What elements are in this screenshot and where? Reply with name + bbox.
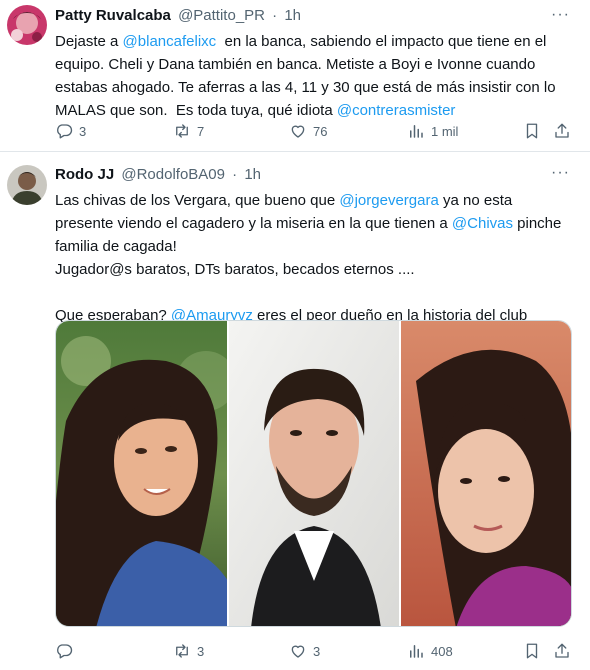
- like-button[interactable]: 76: [289, 120, 327, 142]
- views-button[interactable]: 1 mil: [407, 120, 458, 142]
- reply-button[interactable]: [55, 640, 79, 662]
- tweet-text-segment: Jugador@s baratos, DTs baratos, becados …: [55, 261, 415, 278]
- mention-link[interactable]: @blancafelixc: [123, 33, 217, 50]
- tweet-header: Patty Ruvalcaba @Pattito_PR · 1h: [55, 6, 301, 26]
- share-button[interactable]: [553, 120, 571, 142]
- photo-man-center: [228, 321, 400, 626]
- retweet-icon: [176, 124, 188, 138]
- tweet-text-line: presente viendo el cagadero y la miseria…: [55, 212, 575, 235]
- bookmark-button[interactable]: [523, 640, 541, 662]
- bookmark-icon: [526, 643, 538, 659]
- tweet-text-segment: equipo. Cheli y Dana también en banca. M…: [55, 56, 536, 73]
- tweet[interactable]: Patty Ruvalcaba @Pattito_PR · 1h ··· Dej…: [0, 0, 590, 152]
- tweet-text-line: familia de cagada!: [55, 235, 575, 258]
- mention-link[interactable]: @jorgevergara: [339, 192, 438, 209]
- reply-count: 3: [79, 123, 87, 139]
- mention-link[interactable]: @Chivas: [452, 215, 513, 232]
- tweet-text-segment: en la banca, sabiendo el impacto que tie…: [216, 33, 547, 50]
- action-bar: 3 7 76 1 mil: [55, 120, 575, 142]
- tweet[interactable]: Rodo JJ @RodolfoBA09 · 1h ··· Las chivas…: [0, 152, 590, 670]
- tweet-text-segment: pinche: [513, 215, 562, 232]
- retweet-button[interactable]: 7: [173, 120, 204, 142]
- tweet-text-line: MALAS que son. Es toda tuya, qué idiota …: [55, 99, 575, 122]
- share-button[interactable]: [553, 640, 571, 662]
- tweet-text-line: estabas ahogado. Te aferras a las 4, 11 …: [55, 76, 575, 99]
- photo-woman-right: [400, 321, 571, 626]
- views-icon: [410, 645, 423, 658]
- tweet-media[interactable]: [55, 320, 572, 627]
- tweet-header: Rodo JJ @RodolfoBA09 · 1h: [55, 165, 261, 185]
- retweet-icon: [176, 644, 188, 658]
- share-icon: [555, 123, 569, 138]
- avatar[interactable]: [7, 165, 47, 205]
- like-count: 76: [313, 123, 328, 139]
- reply-button[interactable]: 3: [55, 120, 86, 142]
- avatar[interactable]: [7, 5, 47, 45]
- tweet-text-segment: familia de cagada!: [55, 238, 177, 255]
- tweet-text-segment: estabas ahogado. Te aferras a las 4, 11 …: [55, 79, 556, 96]
- tweet-text-segment: ya no esta: [438, 192, 513, 209]
- share-icon: [555, 643, 569, 658]
- like-count: 3: [313, 643, 321, 659]
- retweet-count: 7: [197, 123, 205, 139]
- tweet-text-line: Jugador@s baratos, DTs baratos, becados …: [55, 258, 575, 281]
- tweet-text-line: equipo. Cheli y Dana también en banca. M…: [55, 53, 575, 76]
- tweet-text-line: Las chivas de los Vergara, que bueno que…: [55, 189, 575, 212]
- more-icon[interactable]: ···: [551, 164, 570, 182]
- tweet-text-segment: MALAS que son. Es toda tuya, qué idiota: [55, 102, 337, 119]
- author-handle[interactable]: @Pattito_PR: [178, 7, 265, 24]
- timestamp[interactable]: 1h: [284, 7, 301, 24]
- tweet-text-segment: Las chivas de los Vergara, que bueno que: [55, 192, 340, 209]
- reply-icon: [57, 124, 73, 139]
- timestamp[interactable]: 1h: [244, 166, 261, 183]
- separator: ·: [232, 166, 238, 183]
- like-button[interactable]: 3: [289, 640, 320, 662]
- bookmark-icon: [526, 123, 538, 139]
- like-icon: [291, 125, 305, 138]
- views-icon: [410, 125, 423, 138]
- bookmark-button[interactable]: [523, 120, 541, 142]
- author-name[interactable]: Rodo JJ: [55, 166, 114, 183]
- tweet-text-segment: Dejaste a: [55, 33, 123, 50]
- like-icon: [291, 645, 305, 658]
- view-count: 1 mil: [431, 123, 459, 139]
- views-button[interactable]: 408: [407, 640, 453, 662]
- more-icon[interactable]: ···: [551, 6, 570, 24]
- photo-collage: [56, 321, 571, 626]
- photo-woman-left: [56, 321, 236, 626]
- retweet-count: 3: [197, 643, 205, 659]
- retweet-button[interactable]: 3: [173, 640, 204, 662]
- separator: ·: [272, 7, 278, 24]
- tweet-text-line: Dejaste a @blancafelixc en la banca, sab…: [55, 30, 575, 53]
- reply-icon: [57, 644, 73, 659]
- action-bar: 3 3 408: [55, 640, 575, 662]
- author-handle[interactable]: @RodolfoBA09: [121, 166, 225, 183]
- tweet-text: Las chivas de los Vergara, que bueno que…: [55, 189, 575, 327]
- tweet-text-segment: presente viendo el cagadero y la miseria…: [55, 215, 452, 232]
- mention-link[interactable]: @contrerasmister: [337, 102, 456, 119]
- author-name[interactable]: Patty Ruvalcaba: [55, 7, 171, 24]
- tweet-text-line: [55, 281, 575, 304]
- tweet-text: Dejaste a @blancafelixc en la banca, sab…: [55, 30, 575, 122]
- view-count: 408: [431, 643, 453, 659]
